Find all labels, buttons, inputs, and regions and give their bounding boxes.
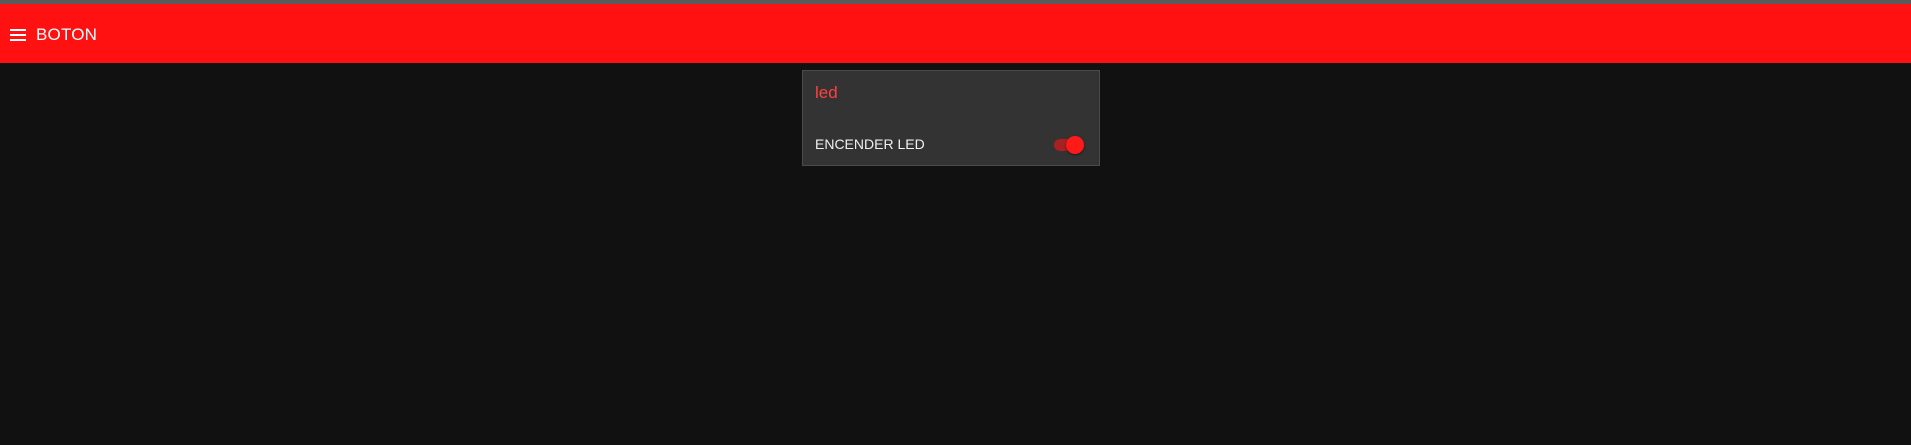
led-card: led ENCENDER LED <box>802 70 1100 166</box>
app-header: BOTON <box>0 4 1911 63</box>
toggle-knob <box>1066 136 1084 154</box>
card-title: led <box>815 83 838 102</box>
hamburger-menu-icon[interactable] <box>10 29 26 41</box>
app-title: BOTON <box>36 25 98 44</box>
led-toggle-switch[interactable] <box>1052 136 1086 154</box>
encender-led-label: ENCENDER LED <box>815 136 925 152</box>
